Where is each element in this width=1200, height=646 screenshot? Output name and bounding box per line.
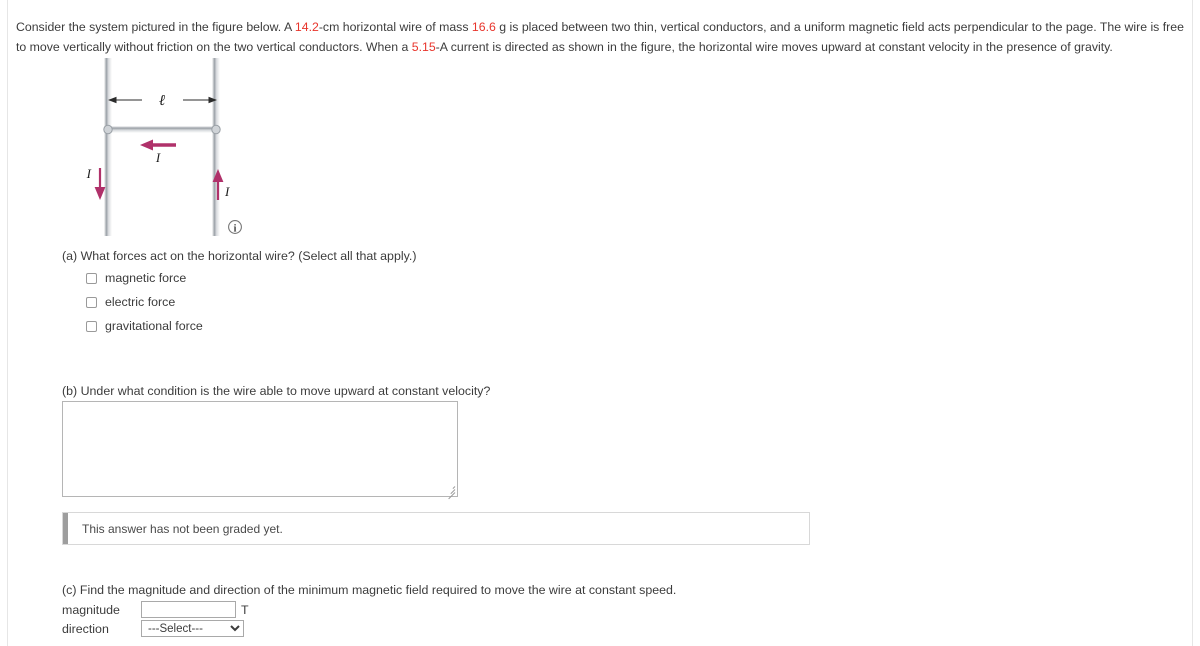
direction-select[interactable]: ---Select--- [141,620,244,637]
question-page: Consider the system pictured in the figu… [0,0,1200,646]
notice-text: This answer has not been graded yet. [82,521,283,536]
checkbox-electric-force[interactable] [86,296,97,308]
current-label-left: I [86,166,92,181]
current-label-right: I [224,184,230,199]
choice-gravitational-force[interactable]: gravitational force [86,319,203,333]
highlighted-value: 14.2 [294,20,319,35]
right-wire-contact [211,124,221,135]
magnitude-label: magnitude [62,602,120,617]
page-left-border [7,0,8,646]
magnitude-unit: T [241,602,249,617]
left-vertical-conductor [104,58,112,236]
problem-statement: Consider the system pictured in the figu… [16,18,1188,57]
checkbox-gravitational-force[interactable] [86,320,97,332]
part-b-answer-textarea[interactable] [62,401,458,497]
right-vertical-conductor [212,58,220,236]
current-arrow-left-head [94,187,106,200]
part-c-prompt: (c) Find the magnitude and direction of … [62,583,677,597]
direction-row: direction ---Select--- [62,620,244,637]
grading-notice: This answer has not been graded yet. [62,512,810,545]
statement-text: Consider the system pictured in the figu… [16,20,295,35]
horizontal-wire [106,126,218,133]
direction-label: direction [62,621,109,636]
part-b-prompt: (b) Under what condition is the wire abl… [62,384,491,398]
choice-label: gravitational force [105,319,203,333]
length-label: ℓ [159,93,165,109]
circuit-figure: ℓ I I I i [70,58,290,243]
choice-label: electric force [105,295,176,309]
highlighted-value: 16.6 [471,20,496,35]
choice-label: magnetic force [105,271,187,285]
page-right-border [1192,0,1193,646]
statement-text: -cm horizontal wire of mass [318,20,472,35]
statement-text: -A current is directed as shown in the f… [435,39,1113,54]
left-wire-contact [103,124,113,135]
magnitude-row: magnitude T [62,601,249,618]
choice-magnetic-force[interactable]: magnetic force [86,271,186,285]
current-label-top: I [155,150,161,165]
choice-electric-force[interactable]: electric force [86,295,175,309]
current-arrow-top-head [140,139,153,151]
magnitude-input[interactable] [141,601,236,618]
part-a-prompt: (a) What forces act on the horizontal wi… [62,249,417,263]
info-icon-glyph: i [234,224,237,235]
highlighted-value: 5.15 [411,39,436,54]
checkbox-magnetic-force[interactable] [86,272,97,284]
